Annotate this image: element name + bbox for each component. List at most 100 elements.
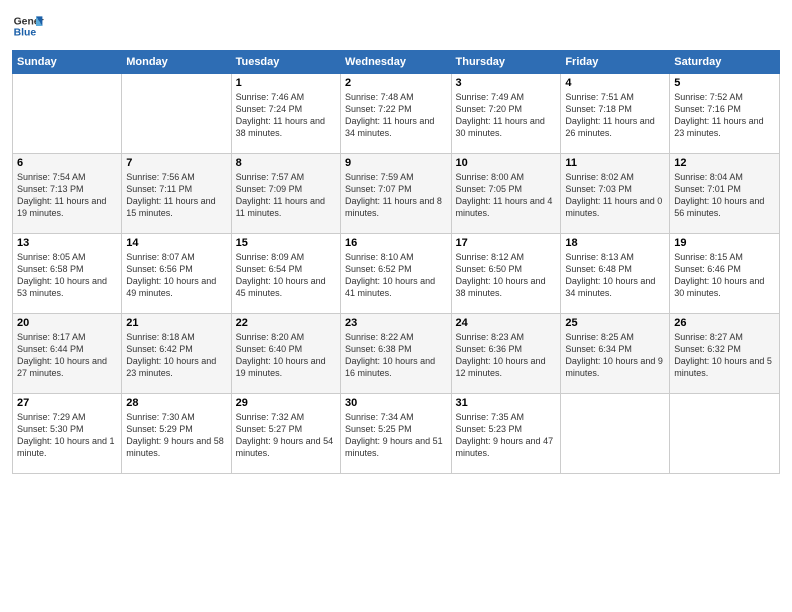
day-number: 16 xyxy=(345,237,446,249)
day-number: 25 xyxy=(565,317,665,329)
day-number: 19 xyxy=(674,237,775,249)
day-number: 4 xyxy=(565,77,665,89)
day-number: 9 xyxy=(345,157,446,169)
day-info: Sunrise: 8:00 AM Sunset: 7:05 PM Dayligh… xyxy=(456,171,557,220)
calendar-cell: 17 Sunrise: 8:12 AM Sunset: 6:50 PM Dayli… xyxy=(451,234,561,314)
day-info: Sunrise: 8:15 AM Sunset: 6:46 PM Dayligh… xyxy=(674,251,775,300)
calendar-cell: 28 Sunrise: 7:30 AM Sunset: 5:29 PM Dayli… xyxy=(122,394,231,474)
day-number: 6 xyxy=(17,157,117,169)
day-number: 21 xyxy=(126,317,226,329)
day-info: Sunrise: 8:07 AM Sunset: 6:56 PM Dayligh… xyxy=(126,251,226,300)
header: General Blue xyxy=(12,10,780,42)
day-info: Sunrise: 7:56 AM Sunset: 7:11 PM Dayligh… xyxy=(126,171,226,220)
calendar-cell: 15 Sunrise: 8:09 AM Sunset: 6:54 PM Dayli… xyxy=(231,234,340,314)
day-number: 13 xyxy=(17,237,117,249)
day-number: 24 xyxy=(456,317,557,329)
col-header-monday: Monday xyxy=(122,51,231,74)
day-info: Sunrise: 8:09 AM Sunset: 6:54 PM Dayligh… xyxy=(236,251,336,300)
calendar-cell: 1Sunrise: 7:46 AM Sunset: 7:24 PM Daylig… xyxy=(231,74,340,154)
day-info: Sunrise: 7:32 AM Sunset: 5:27 PM Dayligh… xyxy=(236,411,336,460)
day-info: Sunrise: 7:49 AM Sunset: 7:20 PM Dayligh… xyxy=(456,91,557,140)
calendar-cell: 29Sunrise: 7:32 AM Sunset: 5:27 PM Dayli… xyxy=(231,394,340,474)
calendar-cell xyxy=(122,74,231,154)
calendar-cell: 4 Sunrise: 7:51 AM Sunset: 7:18 PM Daylig… xyxy=(561,74,670,154)
calendar-cell: 2 Sunrise: 7:48 AM Sunset: 7:22 PM Daylig… xyxy=(341,74,451,154)
day-info: Sunrise: 8:05 AM Sunset: 6:58 PM Dayligh… xyxy=(17,251,117,300)
day-info: Sunrise: 7:35 AM Sunset: 5:23 PM Dayligh… xyxy=(456,411,557,460)
page-container: General Blue SundayMondayTuesdayWednesda… xyxy=(0,0,792,482)
calendar-cell: 30 Sunrise: 7:34 AM Sunset: 5:25 PM Dayli… xyxy=(341,394,451,474)
calendar-week-row: 27 Sunrise: 7:29 AM Sunset: 5:30 PM Dayli… xyxy=(13,394,780,474)
calendar-week-row: 20 Sunrise: 8:17 AM Sunset: 6:44 PM Dayli… xyxy=(13,314,780,394)
calendar-cell: 12 Sunrise: 8:04 AM Sunset: 7:01 PM Dayli… xyxy=(670,154,780,234)
day-info: Sunrise: 8:04 AM Sunset: 7:01 PM Dayligh… xyxy=(674,171,775,220)
calendar-cell: 11Sunrise: 8:02 AM Sunset: 7:03 PM Dayli… xyxy=(561,154,670,234)
day-number: 23 xyxy=(345,317,446,329)
day-info: Sunrise: 7:57 AM Sunset: 7:09 PM Dayligh… xyxy=(236,171,336,220)
calendar-cell: 10 Sunrise: 8:00 AM Sunset: 7:05 PM Dayli… xyxy=(451,154,561,234)
calendar-cell: 26 Sunrise: 8:27 AM Sunset: 6:32 PM Dayli… xyxy=(670,314,780,394)
day-number: 22 xyxy=(236,317,336,329)
calendar-cell: 20 Sunrise: 8:17 AM Sunset: 6:44 PM Dayli… xyxy=(13,314,122,394)
day-info: Sunrise: 8:10 AM Sunset: 6:52 PM Dayligh… xyxy=(345,251,446,300)
calendar-cell: 3 Sunrise: 7:49 AM Sunset: 7:20 PM Daylig… xyxy=(451,74,561,154)
day-info: Sunrise: 8:25 AM Sunset: 6:34 PM Dayligh… xyxy=(565,331,665,380)
day-info: Sunrise: 7:34 AM Sunset: 5:25 PM Dayligh… xyxy=(345,411,446,460)
day-number: 26 xyxy=(674,317,775,329)
logo-icon: General Blue xyxy=(12,10,44,42)
day-number: 8 xyxy=(236,157,336,169)
day-number: 2 xyxy=(345,77,446,89)
svg-text:Blue: Blue xyxy=(14,28,37,39)
calendar-cell: 27 Sunrise: 7:29 AM Sunset: 5:30 PM Dayli… xyxy=(13,394,122,474)
calendar-cell: 19 Sunrise: 8:15 AM Sunset: 6:46 PM Dayli… xyxy=(670,234,780,314)
calendar-cell: 16 Sunrise: 8:10 AM Sunset: 6:52 PM Dayli… xyxy=(341,234,451,314)
calendar-cell: 21 Sunrise: 8:18 AM Sunset: 6:42 PM Dayli… xyxy=(122,314,231,394)
calendar-cell: 31 Sunrise: 7:35 AM Sunset: 5:23 PM Dayli… xyxy=(451,394,561,474)
calendar-table: SundayMondayTuesdayWednesdayThursdayFrid… xyxy=(12,50,780,474)
calendar-cell: 25 Sunrise: 8:25 AM Sunset: 6:34 PM Dayli… xyxy=(561,314,670,394)
calendar-cell: 23 Sunrise: 8:22 AM Sunset: 6:38 PM Dayli… xyxy=(341,314,451,394)
calendar-cell: 8 Sunrise: 7:57 AM Sunset: 7:09 PM Daylig… xyxy=(231,154,340,234)
day-number: 11 xyxy=(565,157,665,169)
day-info: Sunrise: 7:46 AM Sunset: 7:24 PM Dayligh… xyxy=(236,91,336,140)
day-info: Sunrise: 8:22 AM Sunset: 6:38 PM Dayligh… xyxy=(345,331,446,380)
calendar-cell xyxy=(561,394,670,474)
day-info: Sunrise: 8:13 AM Sunset: 6:48 PM Dayligh… xyxy=(565,251,665,300)
col-header-wednesday: Wednesday xyxy=(341,51,451,74)
day-number: 10 xyxy=(456,157,557,169)
calendar-cell: 6 Sunrise: 7:54 AM Sunset: 7:13 PM Daylig… xyxy=(13,154,122,234)
day-info: Sunrise: 8:12 AM Sunset: 6:50 PM Dayligh… xyxy=(456,251,557,300)
day-number: 17 xyxy=(456,237,557,249)
calendar-header-row: SundayMondayTuesdayWednesdayThursdayFrid… xyxy=(13,51,780,74)
day-number: 31 xyxy=(456,397,557,409)
calendar-cell xyxy=(670,394,780,474)
day-number: 5 xyxy=(674,77,775,89)
calendar-week-row: 13 Sunrise: 8:05 AM Sunset: 6:58 PM Dayli… xyxy=(13,234,780,314)
day-number: 27 xyxy=(17,397,117,409)
calendar-cell: 14Sunrise: 8:07 AM Sunset: 6:56 PM Dayli… xyxy=(122,234,231,314)
day-number: 30 xyxy=(345,397,446,409)
day-number: 15 xyxy=(236,237,336,249)
calendar-week-row: 1Sunrise: 7:46 AM Sunset: 7:24 PM Daylig… xyxy=(13,74,780,154)
day-info: Sunrise: 7:51 AM Sunset: 7:18 PM Dayligh… xyxy=(565,91,665,140)
logo: General Blue xyxy=(12,10,44,42)
day-info: Sunrise: 8:17 AM Sunset: 6:44 PM Dayligh… xyxy=(17,331,117,380)
day-number: 20 xyxy=(17,317,117,329)
day-info: Sunrise: 7:30 AM Sunset: 5:29 PM Dayligh… xyxy=(126,411,226,460)
calendar-cell: 5Sunrise: 7:52 AM Sunset: 7:16 PM Daylig… xyxy=(670,74,780,154)
day-number: 12 xyxy=(674,157,775,169)
col-header-saturday: Saturday xyxy=(670,51,780,74)
calendar-cell: 18 Sunrise: 8:13 AM Sunset: 6:48 PM Dayli… xyxy=(561,234,670,314)
day-info: Sunrise: 7:48 AM Sunset: 7:22 PM Dayligh… xyxy=(345,91,446,140)
calendar-cell: 9 Sunrise: 7:59 AM Sunset: 7:07 PM Daylig… xyxy=(341,154,451,234)
day-info: Sunrise: 7:54 AM Sunset: 7:13 PM Dayligh… xyxy=(17,171,117,220)
day-number: 3 xyxy=(456,77,557,89)
day-number: 18 xyxy=(565,237,665,249)
day-info: Sunrise: 7:59 AM Sunset: 7:07 PM Dayligh… xyxy=(345,171,446,220)
day-info: Sunrise: 8:18 AM Sunset: 6:42 PM Dayligh… xyxy=(126,331,226,380)
day-info: Sunrise: 7:29 AM Sunset: 5:30 PM Dayligh… xyxy=(17,411,117,460)
day-number: 28 xyxy=(126,397,226,409)
col-header-sunday: Sunday xyxy=(13,51,122,74)
day-info: Sunrise: 8:27 AM Sunset: 6:32 PM Dayligh… xyxy=(674,331,775,380)
day-info: Sunrise: 8:20 AM Sunset: 6:40 PM Dayligh… xyxy=(236,331,336,380)
